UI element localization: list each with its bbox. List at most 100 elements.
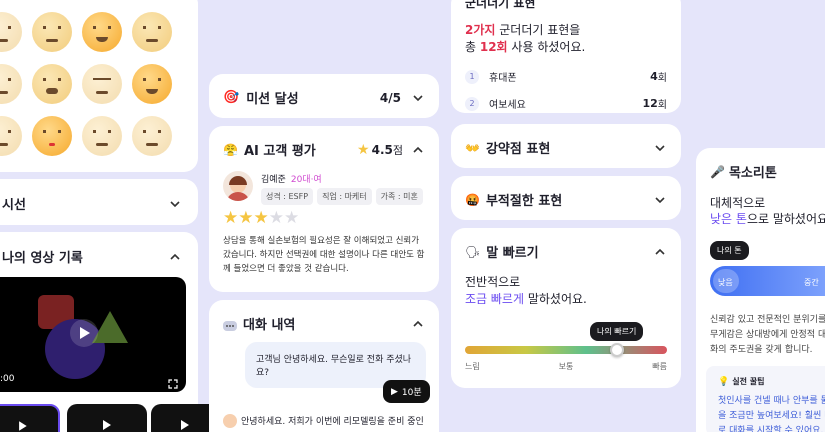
- speed-slider-handle: [609, 343, 624, 357]
- filler-list: 1 휴대폰 4 회 2 여보세요 12 회: [465, 63, 667, 113]
- star-empty-icon: ★: [268, 208, 284, 228]
- list-index: 1: [465, 69, 479, 84]
- speed-scale-labels: 느림 보통 빠름: [465, 361, 667, 372]
- gaze-card[interactable]: 시선: [0, 179, 198, 225]
- mission-card[interactable]: 🎯 미션 달성 4/5: [209, 74, 439, 118]
- rating-stars: ★ ★ ★ ★ ★: [223, 208, 299, 228]
- smiling-face-emoji-icon[interactable]: [132, 64, 172, 104]
- improper-card[interactable]: 🤬 부적절한 표현: [451, 176, 681, 220]
- speed-label-normal: 보통: [558, 362, 574, 371]
- voice-tone-card: 🎤 목소리톤 대체적으로 낮은 톤으로 말하셨어요. 나의 톤 낮음 중간 신뢰…: [696, 148, 825, 432]
- chevron-up-icon[interactable]: [411, 143, 425, 157]
- customer-avatar: [223, 171, 253, 201]
- chevron-up-icon[interactable]: [168, 250, 182, 264]
- exploding-head-emoji-icon[interactable]: [82, 116, 122, 156]
- chat-title: 대화 내역: [243, 318, 296, 333]
- ai-eval-score: 4.5: [371, 142, 393, 157]
- video-section-title: 나의 영상 기록: [2, 251, 83, 266]
- mission-title: 미션 달성: [246, 92, 299, 107]
- speed-label-slow: 느림: [465, 362, 480, 371]
- chevron-up-icon[interactable]: [411, 317, 425, 331]
- tip-body: 첫인사를 건넬 때나 안부를 물 을 조금만 높여보세요! 훨씬 더 로 대화를…: [718, 396, 825, 432]
- star-empty-icon: ★: [284, 208, 300, 228]
- voice-tooltip: 나의 톤: [710, 241, 749, 260]
- customer-name: 김예준: [261, 175, 286, 185]
- angry-face-emoji-icon[interactable]: [132, 12, 172, 52]
- tip-title: 실전 꿀팁: [732, 377, 765, 386]
- filler-list-item: 2 여보세요 12 회: [465, 90, 667, 113]
- video-time: :00: [0, 374, 15, 384]
- speed-line1: 전반적으로: [465, 275, 521, 289]
- audio-play-button[interactable]: ▶ 10분: [383, 380, 430, 403]
- sad-sweat-emoji-icon[interactable]: [0, 12, 22, 52]
- star-icon: ★: [238, 208, 254, 228]
- audio-duration: 10분: [401, 388, 422, 398]
- play-icon[interactable]: [70, 319, 98, 347]
- gaze-section-title: 시선: [2, 198, 26, 213]
- filler-count: 4: [650, 70, 658, 83]
- neutral-face-emoji-icon[interactable]: [32, 12, 72, 52]
- play-icon: ▶: [391, 386, 398, 397]
- dizzy-face-emoji-icon[interactable]: [132, 116, 172, 156]
- voice-line2: 으로 말하셨어요.: [746, 212, 825, 226]
- ai-eval-score-unit: 점: [392, 143, 403, 157]
- chip-job: 직업 : 마케터: [317, 188, 372, 205]
- star-icon: ★: [223, 208, 239, 228]
- expressionless-emoji-icon[interactable]: [82, 64, 122, 104]
- target-icon: 🎯: [223, 90, 240, 105]
- kissing-heart-emoji-icon[interactable]: [32, 116, 72, 156]
- filler-line2-prefix: 총: [465, 40, 480, 54]
- strength-title: 강약점 표현: [485, 142, 551, 157]
- speed-line2: 말하셨어요.: [524, 292, 587, 306]
- speed-gradient-bar: [465, 346, 667, 354]
- voice-line1: 대체적으로: [710, 196, 766, 210]
- mission-count: 4/5: [379, 90, 401, 105]
- voice-bar-low-label: 낮음: [718, 278, 733, 287]
- filler-count-unit: 회: [657, 73, 667, 84]
- ai-eval-title: AI 고객 평가: [243, 144, 316, 159]
- strength-card[interactable]: 👐 강약점 표현: [451, 124, 681, 168]
- chevron-down-icon[interactable]: [168, 197, 182, 211]
- chevron-down-icon[interactable]: [653, 193, 667, 207]
- speaking-head-icon: 🗣: [465, 244, 481, 259]
- cursing-face-icon: 🤬: [465, 192, 480, 207]
- star-icon: ★: [253, 208, 269, 228]
- video-thumbnail-2[interactable]: [67, 404, 147, 432]
- filler-word: 여보세요: [489, 100, 526, 111]
- customer-age: 20대·여: [290, 175, 322, 185]
- chevron-down-icon[interactable]: [653, 141, 667, 155]
- filler-count: 12: [642, 97, 658, 110]
- voice-description: 신뢰감 있고 전문적인 분위기를 무게감은 상대방에게 안정적 대화의 주도권을…: [710, 315, 825, 355]
- score-star-icon: ★: [357, 141, 370, 158]
- filler-kind-count: 2가지: [465, 23, 496, 37]
- list-index: 2: [465, 96, 479, 111]
- ai-eval-card: 😤 AI 고객 평가 ★ 4.5 점 김예준 20대·여 성격 : ESFP 직…: [209, 126, 439, 292]
- hugging-face-emoji-icon[interactable]: [82, 12, 122, 52]
- filler-count-unit: 회: [657, 100, 667, 111]
- voice-title: 목소리톤: [728, 166, 777, 181]
- speed-tooltip: 나의 빠르기: [590, 322, 644, 341]
- voice-bar-mid-label: 중간: [804, 278, 819, 287]
- filler-line2: 사용 하셨어요.: [507, 40, 586, 54]
- crying-face-emoji-icon[interactable]: [32, 64, 72, 104]
- raised-eyebrow-emoji-icon[interactable]: [0, 64, 22, 104]
- microphone-icon: 🎤: [710, 164, 725, 179]
- speed-highlight: 조금 빠르게: [465, 292, 525, 306]
- ai-eval-comment: 상담을 통해 실손보험의 필요성은 잘 이해되었고 신뢰가 갔습니다. 하지만 …: [223, 236, 425, 274]
- chat-bubble-icon: [223, 318, 237, 331]
- chip-family: 가족 : 미혼: [375, 188, 423, 205]
- filler-line1: 군더더기 표현을: [495, 23, 581, 37]
- chevron-up-icon[interactable]: [653, 245, 667, 259]
- open-hands-icon: 👐: [465, 140, 480, 155]
- video-player[interactable]: :00: [0, 277, 186, 392]
- tip-box: 💡 실전 꿀팁 첫인사를 건넬 때나 안부를 물 을 조금만 높여보세요! 훨씬…: [706, 366, 825, 432]
- filler-total-count: 12회: [479, 40, 508, 54]
- speed-label-fast: 빠름: [652, 362, 667, 371]
- video-thumbnail-1[interactable]: [0, 404, 60, 432]
- speed-title: 말 빠르기: [486, 246, 539, 261]
- chevron-down-icon[interactable]: [411, 91, 425, 105]
- chip-personality: 성격 : ESFP: [261, 188, 314, 205]
- filler-title: 군더더기 표현: [465, 0, 536, 10]
- grimace-emoji-icon[interactable]: [0, 116, 22, 156]
- fullscreen-icon[interactable]: [168, 374, 178, 389]
